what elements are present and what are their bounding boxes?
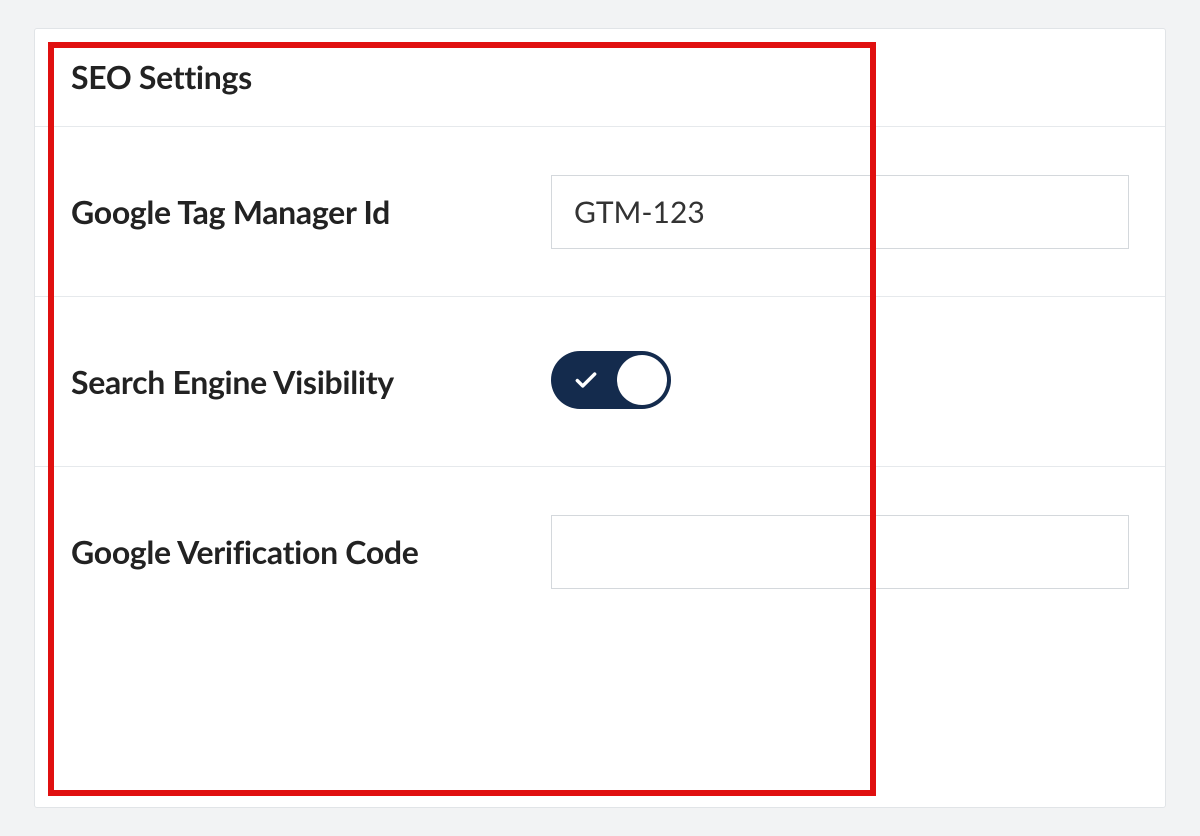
toggle-knob [617, 355, 667, 405]
row-gtm-id: Google Tag Manager Id [35, 127, 1165, 297]
panel-title: SEO Settings [35, 29, 1165, 127]
seo-settings-panel: SEO Settings Google Tag Manager Id Searc… [34, 28, 1166, 808]
label-visibility: Search Engine Visibility [71, 360, 551, 403]
check-icon [573, 367, 599, 393]
verification-code-input[interactable] [551, 515, 1129, 589]
label-verification: Google Verification Code [71, 530, 551, 573]
gtm-id-input[interactable] [551, 175, 1129, 249]
label-gtm-id: Google Tag Manager Id [71, 190, 551, 233]
visibility-toggle[interactable] [551, 351, 671, 409]
row-verification: Google Verification Code [35, 467, 1165, 637]
row-visibility: Search Engine Visibility [35, 297, 1165, 467]
